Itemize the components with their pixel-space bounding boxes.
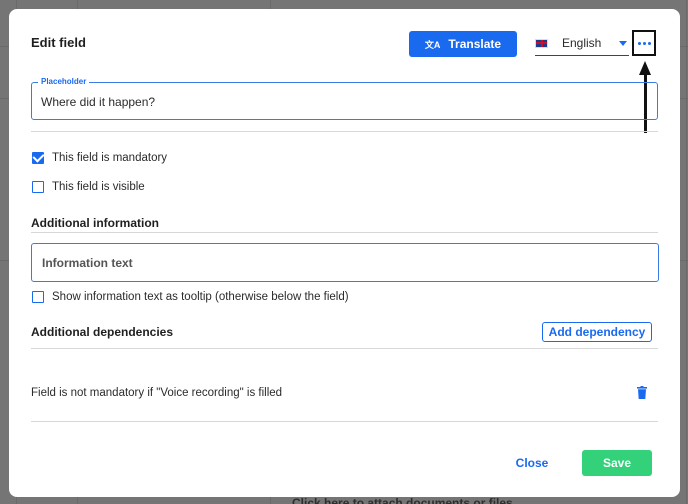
- mandatory-checkbox[interactable]: [31, 150, 45, 164]
- translate-icon: 文A: [424, 39, 441, 50]
- tooltip-checkbox[interactable]: [32, 291, 44, 303]
- visible-option[interactable]: This field is visible: [32, 181, 145, 193]
- information-text-placeholder: Information text: [42, 255, 133, 270]
- check-icon: [31, 150, 45, 163]
- divider: [31, 421, 658, 422]
- additional-dependencies-title: Additional dependencies: [31, 325, 174, 339]
- more-horizontal-icon: [637, 41, 641, 45]
- placeholder-value: Where did it happen?: [41, 95, 156, 109]
- save-button[interactable]: Save: [582, 450, 652, 476]
- placeholder-field[interactable]: Placeholder Where did it happen?: [31, 77, 658, 120]
- add-dependency-button[interactable]: Add dependency: [542, 322, 652, 342]
- tooltip-label: Show information text as tooltip (otherw…: [52, 291, 349, 303]
- caret-down-icon: [619, 40, 627, 46]
- translate-button[interactable]: 文A Translate: [409, 31, 517, 57]
- more-options-button[interactable]: [632, 30, 656, 56]
- trash-icon[interactable]: [637, 386, 647, 399]
- divider: [31, 348, 658, 349]
- dependency-item-text: Field is not mandatory if "Voice recordi…: [31, 387, 283, 399]
- visible-label: This field is visible: [52, 181, 145, 193]
- information-text-input[interactable]: Information text: [31, 243, 659, 282]
- translate-label: Translate: [448, 37, 502, 51]
- edit-field-modal: Edit field 文A Translate English Placehol…: [9, 9, 680, 497]
- gb-flag-icon: [535, 38, 548, 48]
- additional-information-title: Additional information: [31, 216, 159, 230]
- background-divider: [686, 0, 687, 504]
- placeholder-legend: Placeholder: [38, 77, 90, 86]
- background-attach-text: Click here to attach documents or files: [292, 496, 513, 504]
- language-label: English: [562, 36, 602, 50]
- modal-title: Edit field: [31, 35, 86, 50]
- tooltip-option[interactable]: Show information text as tooltip (otherw…: [32, 291, 349, 303]
- mandatory-option[interactable]: This field is mandatory: [31, 150, 168, 164]
- close-button[interactable]: Close: [504, 450, 560, 476]
- more-horizontal-icon: [642, 41, 646, 45]
- divider: [31, 131, 658, 132]
- divider: [31, 232, 658, 233]
- mandatory-label: This field is mandatory: [52, 152, 168, 164]
- visible-checkbox[interactable]: [32, 181, 44, 193]
- more-horizontal-icon: [647, 41, 651, 45]
- language-select[interactable]: English: [535, 31, 629, 56]
